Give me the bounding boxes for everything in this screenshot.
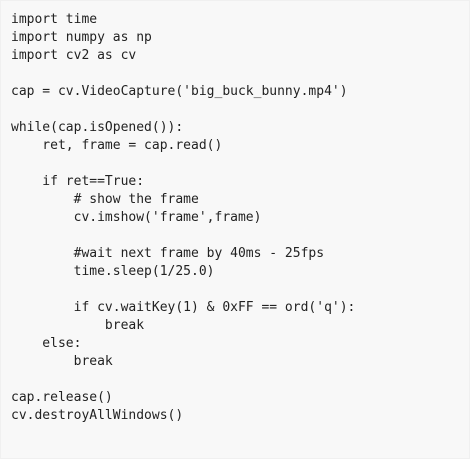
code-line: time.sleep(1/25.0): [11, 264, 215, 279]
code-line: import cv2 as cv: [11, 48, 137, 63]
code-line: import time: [11, 12, 98, 27]
code-line: break: [11, 318, 145, 333]
code-line: while(cap.isOpened()):: [11, 120, 184, 135]
code-line: cap = cv.VideoCapture('big_buck_bunny.mp…: [11, 84, 348, 99]
code-line: cv.destroyAllWindows(): [11, 408, 184, 423]
code-line: #wait next frame by 40ms - 25fps: [11, 246, 325, 261]
code-line: import numpy as np: [11, 30, 152, 45]
code-line: if ret==True:: [11, 174, 145, 189]
code-line: else:: [11, 336, 82, 351]
code-line: ret, frame = cap.read(): [11, 138, 223, 153]
code-line: cv.imshow('frame',frame): [11, 210, 262, 225]
code-line: if cv.waitKey(1) & 0xFF == ord('q'):: [11, 300, 356, 315]
code-block: import time import numpy as np import cv2 …: [0, 0, 470, 459]
code-listing: import time import numpy as np import cv2 …: [11, 11, 355, 425]
code-line: break: [11, 354, 113, 369]
code-line: # show the frame: [11, 192, 199, 207]
code-line: cap.release(): [11, 390, 113, 405]
